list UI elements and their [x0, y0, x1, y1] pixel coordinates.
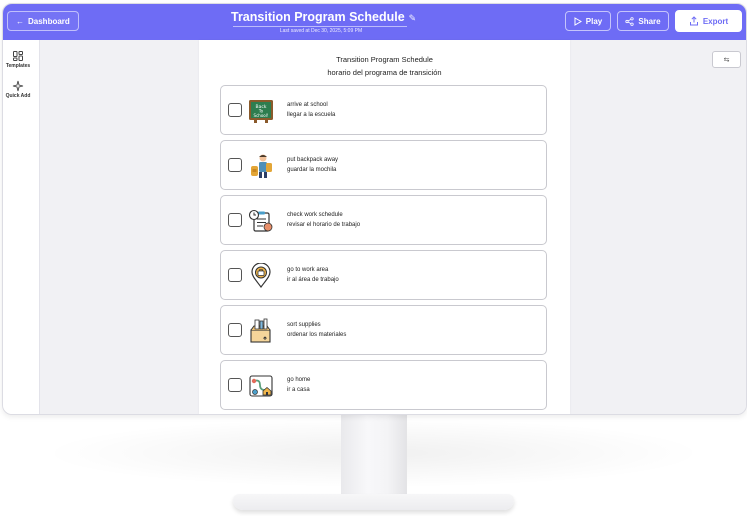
row-label-en: go home [287, 377, 311, 383]
page-title: Transition Program Schedule [336, 55, 433, 64]
row-label-es: llegar a la escuela [287, 112, 336, 118]
sidebar-item-label: Quick Add [5, 93, 31, 99]
row-label-en: put backpack away [287, 157, 339, 163]
schedule-row[interactable]: check work schedule revisar el horario d… [220, 195, 547, 245]
student-backpack-icon [251, 154, 272, 178]
row-checkbox[interactable] [228, 103, 242, 117]
chalkboard-text-3: School! [254, 113, 269, 118]
adjust-settings-button[interactable]: ⇆ [712, 51, 741, 68]
row-label-en: go to work area [287, 267, 329, 273]
row-label-en: sort supplies [287, 322, 321, 328]
schedule-row[interactable]: put backpack away guardar la mochila [220, 140, 547, 190]
export-button[interactable]: Export [675, 10, 742, 32]
left-sidebar: Templates Quick Add [3, 40, 40, 414]
quick-add-sparkle-icon [12, 80, 24, 92]
last-saved-status: Last saved at Dec 30, 2025, 5:09 PM [279, 28, 363, 34]
arrow-left-icon: ← [16, 16, 24, 26]
document-page: Transition Program Schedule horario del … [199, 40, 570, 414]
share-icon [625, 16, 634, 26]
page-subtitle: horario del programa de transición [327, 68, 442, 77]
dashboard-button-label: Dashboard [28, 16, 70, 26]
title-underline [233, 26, 407, 27]
row-label-es: revisar el horario de trabajo [287, 222, 361, 228]
pencil-edit-icon[interactable]: ✎ [409, 13, 417, 23]
sidebar-item-templates[interactable]: Templates [3, 50, 33, 69]
row-checkbox[interactable] [228, 158, 242, 172]
play-button[interactable]: Play [565, 11, 611, 31]
dashboard-button[interactable]: ← Dashboard [7, 11, 79, 31]
row-label-es: ir a casa [287, 387, 310, 393]
row-checkbox[interactable] [228, 323, 242, 337]
work-schedule-clipboard-icon [248, 209, 273, 232]
play-button-label: Play [585, 16, 603, 26]
schedule-row[interactable]: go home ir a casa [220, 360, 547, 410]
row-checkbox[interactable] [228, 213, 242, 227]
play-icon [574, 16, 582, 26]
back-to-school-chalkboard-icon: Back To School! [249, 100, 273, 123]
row-label-es: guardar la mochila [287, 167, 337, 173]
monitor-stand-base [233, 494, 514, 510]
row-label-es: ir al área de trabajo [287, 277, 339, 283]
upload-export-icon [689, 16, 698, 26]
export-button-label: Export [702, 16, 729, 26]
row-checkbox[interactable] [228, 268, 242, 282]
row-label-es: ordenar los materiales [287, 332, 347, 338]
sliders-icon: ⇆ [723, 56, 730, 64]
document-title-area[interactable]: Transition Program Schedule ✎ [231, 8, 416, 27]
sidebar-item-label: Templates [5, 63, 31, 69]
top-toolbar: ← Dashboard Transition Program Schedule ✎… [3, 4, 746, 40]
row-label-en: check work schedule [287, 212, 343, 218]
schedule-row[interactable]: Back To School! arrive at school llegar … [220, 85, 547, 135]
templates-grid-icon [13, 51, 23, 61]
work-area-location-pin-icon [251, 263, 271, 288]
supplies-box-icon [250, 318, 271, 343]
share-button-label: Share [638, 16, 661, 26]
row-checkbox[interactable] [228, 378, 242, 392]
monitor-stand-neck [341, 414, 407, 496]
go-home-route-icon [249, 375, 273, 397]
schedule-row[interactable]: go to work area ir al área de trabajo [220, 250, 547, 300]
document-title[interactable]: Transition Program Schedule [231, 10, 405, 24]
monitor-screen: ← Dashboard Transition Program Schedule ✎… [2, 3, 747, 415]
share-button[interactable]: Share [617, 11, 669, 31]
sidebar-item-quick-add[interactable]: Quick Add [3, 80, 33, 99]
row-label-en: arrive at school [287, 102, 328, 108]
schedule-row[interactable]: sort supplies ordenar los materiales [220, 305, 547, 355]
